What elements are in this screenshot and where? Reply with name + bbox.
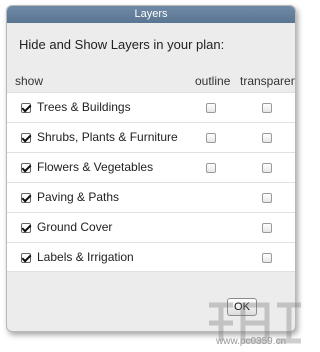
watermark-text: www.pc0359.cn [216,336,287,347]
layer-label: Flowers & Vegetables [37,160,154,174]
show-checkbox[interactable] [21,163,31,173]
layers-dialog: Layers Hide and Show Layers in your plan… [6,5,296,332]
transparent-checkbox[interactable] [262,163,272,173]
column-header-show: show [15,74,44,88]
outline-checkbox[interactable] [206,163,216,173]
dialog-title[interactable]: Layers [7,6,295,23]
layer-row: Labels & Irrigation [7,242,295,272]
layer-row: Trees & Buildings [7,92,295,122]
show-checkbox[interactable] [21,253,31,263]
layer-label: Ground Cover [37,220,113,234]
transparent-checkbox[interactable] [262,103,272,113]
layer-row: Paving & Paths [7,182,295,212]
show-checkbox[interactable] [21,133,31,143]
intro-text: Hide and Show Layers in your plan: [19,37,225,52]
layer-row: Shrubs, Plants & Furniture [7,122,295,152]
layer-list: Trees & Buildings Shrubs, Plants & Furni… [7,92,295,272]
show-checkbox[interactable] [21,103,31,113]
outline-checkbox[interactable] [206,103,216,113]
layer-row: Ground Cover [7,212,295,242]
column-header-outline: outline [195,74,231,88]
layer-label: Shrubs, Plants & Furniture [37,130,178,144]
show-checkbox[interactable] [21,223,31,233]
layer-label: Paving & Paths [37,190,120,204]
transparent-checkbox[interactable] [262,253,272,263]
transparent-checkbox[interactable] [262,193,272,203]
outline-checkbox[interactable] [206,133,216,143]
layer-label: Labels & Irrigation [37,250,134,264]
column-header-transparent: transparent [240,74,296,88]
show-checkbox[interactable] [21,193,31,203]
transparent-checkbox[interactable] [262,223,272,233]
layer-row: Flowers & Vegetables [7,152,295,182]
layer-label: Trees & Buildings [37,100,131,114]
transparent-checkbox[interactable] [262,133,272,143]
